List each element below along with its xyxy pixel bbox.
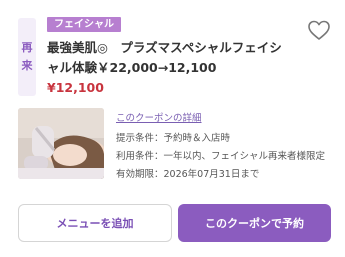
badge-char-1: 再	[21, 41, 33, 54]
add-menu-button[interactable]: メニューを追加	[18, 204, 172, 242]
condition-expiry: 有効期限：2026年07月31日まで	[116, 169, 260, 180]
reserve-with-coupon-button[interactable]: このクーポンで予約	[178, 204, 331, 242]
coupon-card: 再 来 フェイシャル 最強美肌◎ プラズマスペシャルフェイシャル体験￥22,00…	[0, 0, 345, 257]
coupon-detail-link[interactable]: このクーポンの詳細	[116, 110, 202, 124]
coupon-title: 最強美肌◎ プラズマスペシャルフェイシャル体験￥22,000→12,100	[47, 40, 282, 75]
condition-usage: 利用条件：一年以内、フェイシャル再来者様限定	[116, 151, 326, 162]
coupon-price: ¥12,100	[47, 80, 104, 95]
category-tag: フェイシャル	[47, 17, 121, 32]
heart-icon[interactable]	[306, 18, 332, 42]
badge-char-2: 来	[21, 59, 33, 72]
treatment-photo	[18, 108, 104, 179]
repeat-customer-badge: 再 来	[18, 18, 36, 96]
condition-presentation: 提示条件：予約時＆入店時	[116, 133, 231, 144]
